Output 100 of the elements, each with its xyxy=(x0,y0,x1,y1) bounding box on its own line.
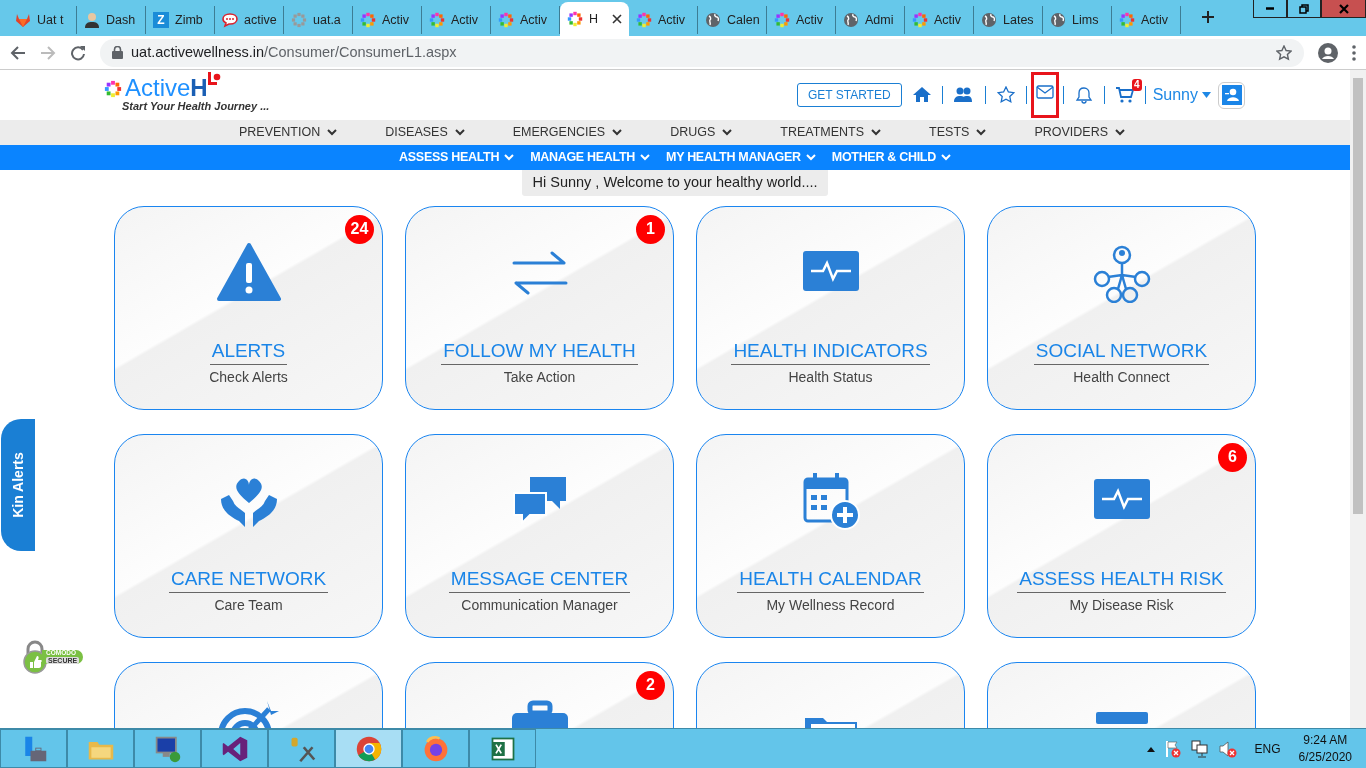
account-icon xyxy=(1318,43,1338,64)
flower-icon xyxy=(429,12,445,28)
card-subtitle: Take Action xyxy=(503,367,576,387)
card-title: FOLLOW MY HEALTH xyxy=(441,340,638,365)
menu-item[interactable]: TESTS xyxy=(929,120,987,145)
network-icon xyxy=(1190,739,1209,758)
browser-tab[interactable]: Activ xyxy=(629,6,698,34)
feature-card[interactable]: ASSESS HEALTH RISK My Disease Risk 6 xyxy=(987,433,1256,638)
taskbar-app-button[interactable] xyxy=(201,729,268,768)
browser-tab[interactable]: uat.a xyxy=(284,6,353,34)
forward-arrow-icon xyxy=(40,45,56,62)
reload-icon xyxy=(70,45,86,62)
browser-tab[interactable]: Activ xyxy=(353,6,422,34)
menu-item[interactable]: EMERGENCIES xyxy=(512,120,623,145)
menu-item[interactable]: MOTHER & CHILD xyxy=(831,145,951,170)
taskbar-app-button[interactable] xyxy=(402,729,469,768)
card-title: ALERTS xyxy=(209,340,288,365)
caret-icon xyxy=(327,129,338,136)
feature-card[interactable]: HEALTH INDICATORS Health Status xyxy=(696,205,965,410)
feature-card[interactable]: CARE NETWORK Care Team xyxy=(114,433,383,638)
taskbar-app-button[interactable] xyxy=(335,729,402,768)
flower-icon xyxy=(774,12,790,28)
browser-tab[interactable]: Z Zimb xyxy=(146,6,215,34)
browser-tab[interactable]: Uat t xyxy=(8,6,77,34)
card-title: MESSAGE CENTER xyxy=(448,568,631,593)
browser-tab[interactable]: active xyxy=(215,6,284,34)
speaker-muted-icon xyxy=(1218,739,1237,758)
card-title: ASSESS HEALTH RISK xyxy=(1017,568,1226,593)
language-indicator[interactable]: ENG xyxy=(1254,739,1281,758)
person-icon xyxy=(84,12,100,28)
feature-card[interactable]: 2 xyxy=(405,661,674,728)
count-badge: 2 xyxy=(636,670,665,700)
mail-link[interactable] xyxy=(1033,75,1056,115)
menu-item[interactable]: DISEASES xyxy=(385,120,465,145)
browser-tab[interactable]: Dash xyxy=(77,6,146,34)
menu-item[interactable]: DRUGS xyxy=(670,120,733,145)
feature-card[interactable]: FOLLOW MY HEALTH Take Action 1 xyxy=(405,205,674,410)
star-icon xyxy=(996,86,1015,104)
browser-tab[interactable]: Admi xyxy=(836,6,905,34)
home-icon xyxy=(912,86,931,104)
minimize-button[interactable] xyxy=(1253,0,1287,18)
profile-button[interactable] xyxy=(1318,40,1338,65)
browser-tab[interactable]: Activ xyxy=(767,6,836,34)
users-icon xyxy=(953,86,974,104)
caret-icon xyxy=(940,154,951,161)
cart-icon xyxy=(1115,86,1134,104)
browser-tab[interactable]: Activ xyxy=(1112,6,1181,34)
menu-item[interactable]: MANAGE HEALTH xyxy=(530,145,651,170)
browser-tab[interactable]: Lates xyxy=(974,6,1043,34)
feature-card[interactable]: HEALTH CALENDAR My Wellness Record xyxy=(696,433,965,638)
flag-error-icon xyxy=(1164,739,1181,758)
url-text: uat.activewellness.in/Consumer/ConsumerL1.aspx xyxy=(131,42,457,62)
globe-icon xyxy=(1050,12,1066,28)
feature-card[interactable]: SOCIAL NETWORK Health Connect xyxy=(987,205,1256,410)
menu-item[interactable]: PREVENTION xyxy=(238,120,338,145)
chat-icon xyxy=(222,12,238,28)
taskbar-app-button[interactable] xyxy=(0,729,67,768)
card-title: HEALTH CALENDAR xyxy=(737,568,924,593)
caret-icon xyxy=(504,154,515,161)
user-menu[interactable]: Sunny xyxy=(1152,83,1211,107)
mail-icon xyxy=(1035,83,1054,101)
user-icon xyxy=(1221,85,1242,105)
clock-date[interactable]: 6/25/2020 xyxy=(1298,748,1352,765)
clock-time[interactable]: 9:24 AM xyxy=(1298,732,1352,749)
close-button[interactable] xyxy=(1321,0,1366,18)
scrollbar[interactable] xyxy=(1350,70,1366,728)
browser-tab[interactable]: Activ xyxy=(422,6,491,34)
flower-icon xyxy=(567,11,583,27)
feature-card[interactable]: ALERTS Check Alerts 24 xyxy=(114,205,383,410)
menu-item[interactable]: PROVIDERS xyxy=(1034,120,1126,145)
menu-item[interactable]: TREATMENTS xyxy=(780,120,882,145)
get-started-button[interactable]: GET STARTED xyxy=(796,83,902,107)
globe-icon xyxy=(843,12,859,28)
browser-tab[interactable]: Calen xyxy=(698,6,767,34)
logo-mark-icon xyxy=(207,71,222,86)
cart-count-badge: 4 xyxy=(1132,79,1142,91)
taskbar-app-button[interactable] xyxy=(67,729,134,768)
kin-alerts-tab[interactable]: Kin Alerts xyxy=(1,419,35,551)
count-badge: 24 xyxy=(345,214,374,244)
browser-tab[interactable]: Activ xyxy=(905,6,974,34)
menu-item[interactable]: ASSESS HEALTH xyxy=(399,145,515,170)
close-icon xyxy=(612,14,622,24)
browser-tab[interactable]: Lims xyxy=(1043,6,1112,34)
taskbar-app-button[interactable] xyxy=(134,729,201,768)
restore-button[interactable] xyxy=(1287,0,1321,18)
taskbar-app-button[interactable] xyxy=(469,729,536,768)
card-subtitle: My Wellness Record xyxy=(766,595,895,615)
caret-icon xyxy=(454,129,465,136)
globe-icon xyxy=(981,12,997,28)
card-subtitle: Health Connect xyxy=(1073,367,1170,387)
profile-button[interactable] xyxy=(1218,81,1245,109)
feature-card[interactable]: MESSAGE CENTER Communication Manager xyxy=(405,433,674,638)
flower-icon xyxy=(636,12,652,28)
caret-icon xyxy=(640,154,651,161)
menu-icon xyxy=(1352,45,1356,62)
menu-item[interactable]: MY HEALTH MANAGER xyxy=(666,145,816,170)
address-bar[interactable]: uat.activewellness.in/Consumer/ConsumerL1.aspx xyxy=(100,38,1304,67)
browser-tab[interactable]: H xyxy=(560,2,629,36)
fox-icon xyxy=(15,12,31,28)
taskbar-app-button[interactable] xyxy=(268,729,335,768)
